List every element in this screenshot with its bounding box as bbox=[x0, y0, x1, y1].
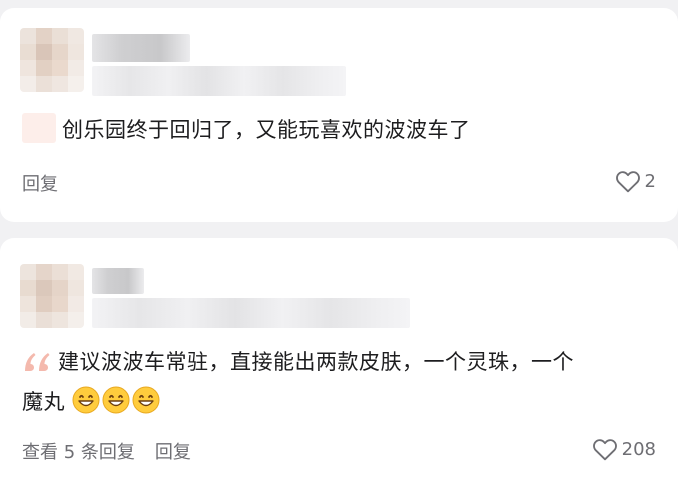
grinning-face-emoji bbox=[102, 386, 130, 414]
reply-button[interactable]: 回复 bbox=[22, 170, 58, 196]
heart-icon bbox=[592, 439, 617, 461]
grinning-face-emoji bbox=[132, 386, 160, 414]
quote-icon bbox=[25, 353, 50, 371]
like-button[interactable]: 2 bbox=[615, 169, 656, 193]
user-tag bbox=[22, 113, 56, 143]
username[interactable] bbox=[92, 268, 144, 294]
like-count: 208 bbox=[621, 438, 656, 460]
comment-text: 创乐园终于回归了，又能玩喜欢的波波车了 bbox=[22, 110, 658, 150]
grinning-face-emoji bbox=[72, 386, 100, 414]
comment-meta bbox=[92, 298, 410, 328]
username[interactable] bbox=[92, 34, 190, 62]
reply-button[interactable]: 回复 bbox=[155, 438, 191, 464]
comment-meta bbox=[92, 66, 346, 96]
heart-icon bbox=[615, 171, 640, 193]
comment-card: 建议波波车常驻，直接能出两款皮肤，一个灵珠，一个 魔丸 查看 5 条回复 回复 … bbox=[0, 238, 678, 484]
comment-text: 建议波波车常驻，直接能出两款皮肤，一个灵珠，一个 魔丸 bbox=[22, 342, 658, 422]
view-replies-button[interactable]: 查看 5 条回复 bbox=[22, 438, 135, 464]
comment-card: 创乐园终于回归了，又能玩喜欢的波波车了 回复 2 bbox=[0, 8, 678, 222]
avatar[interactable] bbox=[20, 28, 84, 92]
like-button[interactable]: 208 bbox=[592, 437, 656, 461]
avatar[interactable] bbox=[20, 264, 84, 328]
like-count: 2 bbox=[644, 170, 656, 192]
